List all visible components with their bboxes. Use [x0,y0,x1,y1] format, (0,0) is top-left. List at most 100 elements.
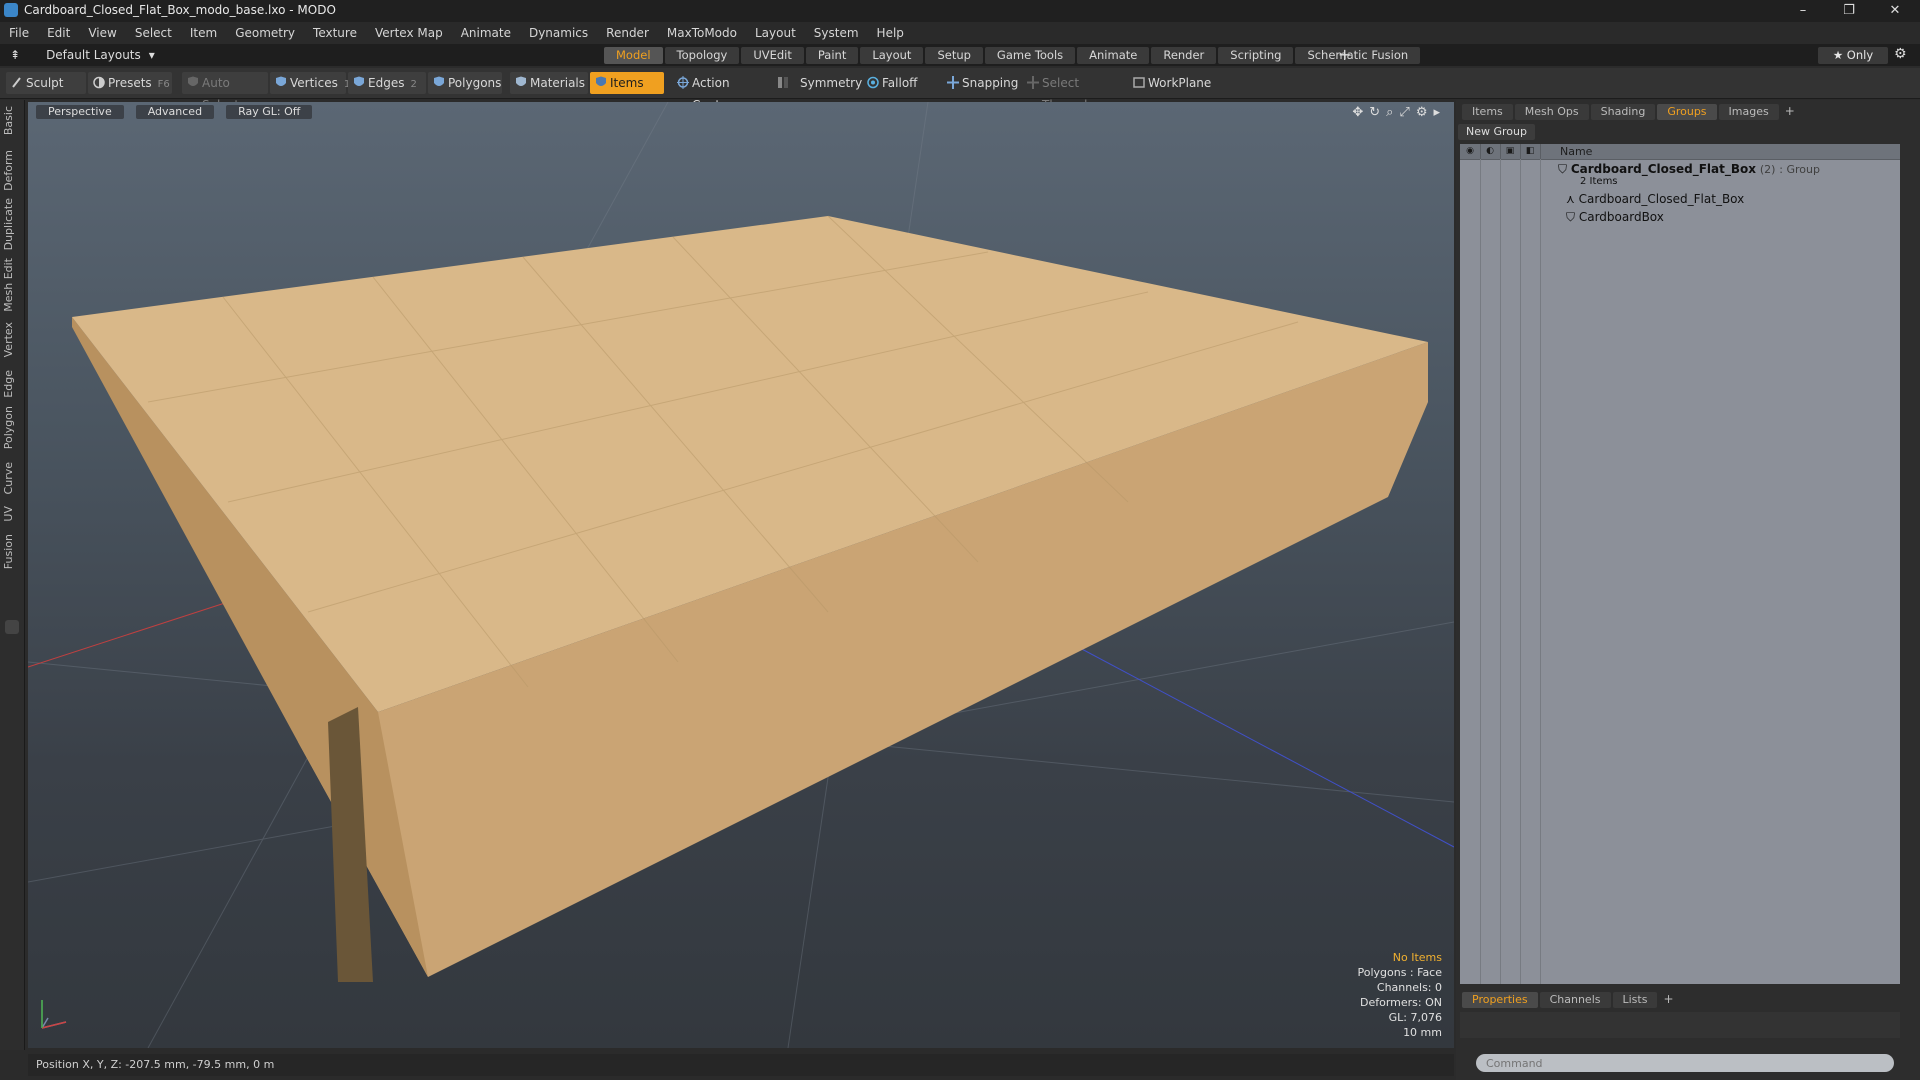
tab-model[interactable]: Model [604,47,663,64]
tab-layout[interactable]: Layout [860,47,924,64]
toggle-panel-button[interactable] [5,620,19,634]
view-mode-button[interactable]: Perspective [36,105,124,119]
select-through-icon [1027,76,1039,89]
layout-tabs: Model Topology UVEdit Paint Layout Setup… [604,47,1422,64]
snapping-icon [947,76,959,89]
command-input[interactable] [1476,1054,1894,1072]
menu-animate[interactable]: Animate [452,26,520,40]
menu-system[interactable]: System [805,26,868,40]
group-row[interactable]: ⛉ Cardboard_Closed_Flat_Box (2) : Group [1540,162,1900,177]
viewport-settings-icon[interactable]: ⚙ [1416,105,1428,120]
items-button[interactable]: Items [590,72,664,94]
groups-list: ◉ ◐ ▣ ◧ Name ⛉ Cardboard_Closed_Flat_Box… [1460,144,1900,984]
vtab-curve[interactable]: Curve [2,462,22,494]
menu-vertex-map[interactable]: Vertex Map [366,26,452,40]
tab-paint[interactable]: Paint [805,47,859,64]
column-divider [1540,159,1541,984]
vtab-fusion[interactable]: Fusion [2,534,22,569]
tab-mesh-ops[interactable]: Mesh Ops [1514,104,1589,120]
add-tab-icon[interactable]: + [1781,104,1795,120]
list-item[interactable]: ⛉ CardboardBox [1540,210,1900,225]
snapping-button[interactable]: Snapping [942,72,1018,94]
add-tab-button[interactable]: + [1338,45,1351,64]
vtab-vertex[interactable]: Vertex [2,322,22,357]
tab-game-tools[interactable]: Game Tools [984,47,1076,64]
vtab-basic[interactable]: Basic [2,106,22,135]
shading-mode-button[interactable]: Advanced [135,105,215,119]
vtab-duplicate[interactable]: Duplicate [2,198,22,250]
raygl-toggle[interactable]: Ray GL: Off [226,105,313,119]
tab-topology[interactable]: Topology [664,47,740,64]
lock-icon[interactable]: ▣ [1500,144,1521,159]
gear-icon[interactable]: ⚙ [1894,46,1907,62]
vtab-deform[interactable]: Deform [2,150,22,191]
new-group-button[interactable]: New Group [1458,124,1535,140]
vtab-mesh-edit[interactable]: Mesh Edit [2,258,22,312]
scale-info: 10 mm [1403,1026,1442,1039]
menu-view[interactable]: View [79,26,125,40]
tab-lists[interactable]: Lists [1612,992,1658,1008]
tab-uvedit[interactable]: UVEdit [741,47,804,64]
vtab-edge[interactable]: Edge [2,370,22,398]
sculpt-button[interactable]: Sculpt [6,72,86,94]
select-icon[interactable]: ◧ [1520,144,1541,159]
viewport-controls: ✥ ↻ ⌕ ⤢ ⚙ ▸ [1352,105,1440,120]
menu-file[interactable]: File [0,26,38,40]
tab-properties[interactable]: Properties [1462,992,1538,1008]
fit-icon[interactable]: ⤢ [1399,105,1409,120]
layouts-label: Default Layouts [46,48,141,62]
symmetry-button[interactable]: Symmetry [772,72,862,94]
tab-scripting[interactable]: Scripting [1218,47,1294,64]
list-item[interactable]: ⋏ Cardboard_Closed_Flat_Box [1540,192,1900,206]
menu-texture[interactable]: Texture [304,26,366,40]
auto-select-button[interactable]: Auto Select [182,72,268,112]
pan-icon[interactable]: ✥ [1352,105,1363,120]
tab-channels[interactable]: Channels [1539,992,1611,1008]
tab-setup[interactable]: Setup [925,47,983,64]
layouts-dropdown[interactable]: ⇞ Default Layouts ▾ [10,46,155,64]
expand-arrow-icon[interactable]: ▸ [1433,105,1440,120]
only-toggle[interactable]: ★ Only [1818,47,1888,64]
add-tab-icon[interactable]: + [1659,992,1673,1008]
title-bar: Cardboard_Closed_Flat_Box_modo_base.lxo … [0,0,1920,22]
maximize-button[interactable]: ❐ [1826,0,1872,22]
menu-render[interactable]: Render [597,26,658,40]
group-icon: ⛉ [1558,162,1568,176]
vtab-polygon[interactable]: Polygon [2,406,22,449]
tab-items[interactable]: Items [1462,104,1513,120]
presets-button[interactable]: Presets F6 [88,72,172,94]
menu-dynamics[interactable]: Dynamics [520,26,597,40]
menu-select[interactable]: Select [126,26,181,40]
tab-render[interactable]: Render [1151,47,1217,64]
presets-icon [93,76,105,89]
action-center-button[interactable]: Action Center [672,72,764,112]
polygons-button[interactable]: Polygons [428,72,502,94]
menu-layout[interactable]: Layout [746,26,805,40]
zoom-icon[interactable]: ⌕ [1386,105,1393,120]
falloff-button[interactable]: Falloff [862,72,938,94]
menu-edit[interactable]: Edit [38,26,79,40]
tab-images[interactable]: Images [1718,104,1779,120]
select-through-button[interactable]: Select Through [1022,72,1122,112]
workplane-icon [1133,77,1145,88]
menu-help[interactable]: Help [868,26,913,40]
workplane-button[interactable]: WorkPlane [1128,72,1211,94]
close-button[interactable]: ✕ [1872,0,1918,22]
vtab-uv[interactable]: UV [2,506,22,522]
tab-groups[interactable]: Groups [1657,104,1717,120]
menu-geometry[interactable]: Geometry [226,26,304,40]
materials-button[interactable]: Materials [510,72,588,94]
tab-schematic-fusion[interactable]: Schematic Fusion [1295,47,1421,64]
render-icon[interactable]: ◐ [1480,144,1501,159]
menu-maxtomodo[interactable]: MaxToModo [658,26,746,40]
3d-viewport[interactable]: Perspective Advanced Ray GL: Off ✥ ↻ ⌕ ⤢… [28,102,1454,1048]
edges-button[interactable]: Edges 2 [348,72,426,94]
minimize-button[interactable]: – [1780,0,1826,22]
rotate-icon[interactable]: ↻ [1369,105,1380,120]
tab-shading[interactable]: Shading [1590,104,1656,120]
tab-animate[interactable]: Animate [1077,47,1150,64]
menu-item[interactable]: Item [181,26,226,40]
vertices-button[interactable]: Vertices1 [270,72,350,94]
vertices-icon [276,76,286,86]
eye-icon[interactable]: ◉ [1460,144,1481,159]
